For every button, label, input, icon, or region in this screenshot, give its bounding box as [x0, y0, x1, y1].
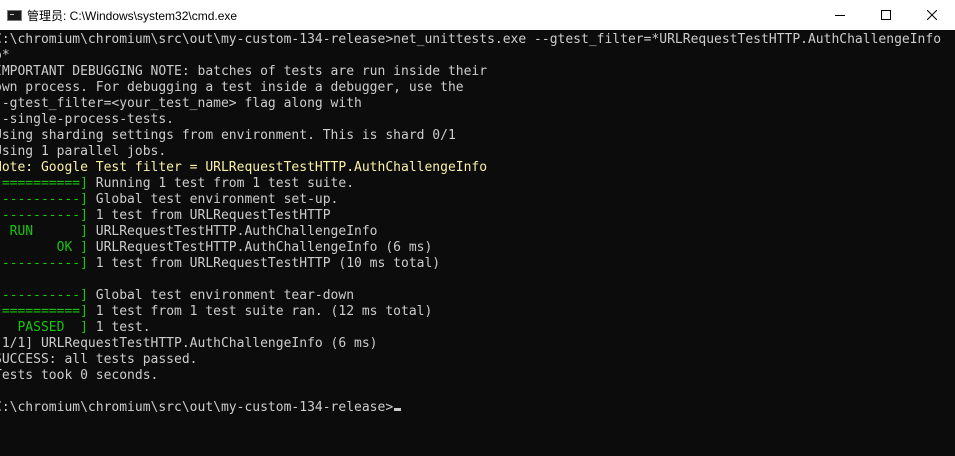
console-text: Tests took 0 seconds. [0, 368, 159, 383]
console-line: [1/1] URLRequestTestHTTP.AuthChallengeIn… [0, 336, 955, 352]
console-text: SUCCESS: all tests passed. [0, 352, 198, 367]
console-line: --gtest_filter=<your_test_name> flag alo… [0, 96, 955, 112]
console-line: Using sharding settings from environment… [0, 128, 955, 144]
console-text: 1 test from URLRequestTestHTTP (10 ms to… [87, 256, 441, 271]
console-line: [==========] Running 1 test from 1 test … [0, 176, 955, 192]
console-line: own process. For debugging a test inside… [0, 80, 955, 96]
test-status-tag: [ OK ] [0, 240, 88, 255]
console-line: o* [0, 48, 955, 64]
console-line: [ RUN ] URLRequestTestHTTP.AuthChallenge… [0, 224, 955, 240]
console-text: IMPORTANT DEBUGGING NOTE: batches of tes… [0, 64, 488, 79]
console-text: own process. For debugging a test inside… [0, 80, 464, 95]
console-text: o* [0, 48, 10, 63]
console-text: Global test environment set-up. [87, 192, 339, 207]
console-line: [----------] 1 test from URLRequestTestH… [0, 256, 955, 272]
console-text: --gtest_filter=<your_test_name> flag alo… [0, 96, 362, 111]
text-cursor [394, 408, 402, 411]
console-text: 1 test from URLRequestTestHTTP [87, 208, 331, 223]
console-line: [----------] Global test environment set… [0, 192, 955, 208]
console-text: C:\chromium\chromium\src\out\my-custom-1… [0, 32, 942, 47]
console-text: [1/1] URLRequestTestHTTP.AuthChallengeIn… [0, 336, 378, 351]
window-controls [817, 0, 955, 30]
close-icon [927, 10, 937, 20]
title-bar[interactable]: 管理员: C:\Windows\system32\cmd.exe [0, 0, 955, 30]
close-button[interactable] [909, 0, 955, 30]
console-text: Running 1 test from 1 test suite. [87, 176, 355, 191]
console-text: Note: Google Test filter = URLRequestTes… [0, 160, 488, 175]
console-line: --single-process-tests. [0, 112, 955, 128]
console-text: URLRequestTestHTTP.AuthChallengeInfo [87, 224, 378, 239]
test-status-tag: [ PASSED ] [0, 320, 88, 335]
console-line: Tests took 0 seconds. [0, 368, 955, 384]
console-line: Note: Google Test filter = URLRequestTes… [0, 160, 955, 176]
console-line: [ PASSED ] 1 test. [0, 320, 955, 336]
console-line: [==========] 1 test from 1 test suite ra… [0, 304, 955, 320]
test-status-tag: [----------] [0, 192, 88, 207]
test-status-tag: [ RUN ] [0, 224, 88, 239]
console-line: [ OK ] URLRequestTestHTTP.AuthChallengeI… [0, 240, 955, 256]
console-text: Using 1 parallel jobs. [0, 144, 167, 159]
console-line: IMPORTANT DEBUGGING NOTE: batches of tes… [0, 64, 955, 80]
console-text: URLRequestTestHTTP.AuthChallengeInfo (6 … [87, 240, 433, 255]
console-text: 1 test. [87, 320, 151, 335]
console-line: [----------] 1 test from URLRequestTestH… [0, 208, 955, 224]
test-status-tag: [==========] [0, 304, 88, 319]
console-line: C:\chromium\chromium\src\out\my-custom-1… [0, 32, 955, 48]
cmd-window: 管理员: C:\Windows\system32\cmd.exe C:\chro… [0, 0, 955, 456]
console-text: --single-process-tests. [0, 112, 175, 127]
console-line: Using 1 parallel jobs. [0, 144, 955, 160]
console-text: Using sharding settings from environment… [0, 128, 456, 143]
console-line: SUCCESS: all tests passed. [0, 352, 955, 368]
test-status-tag: [----------] [0, 208, 88, 223]
minimize-button[interactable] [817, 0, 863, 30]
window-title: 管理员: C:\Windows\system32\cmd.exe [27, 8, 238, 23]
console-line: C:\chromium\chromium\src\out\my-custom-1… [0, 400, 955, 416]
console-text: 1 test from 1 test suite ran. (12 ms tot… [87, 304, 433, 319]
console-text: C:\chromium\chromium\src\out\my-custom-1… [0, 400, 394, 415]
test-status-tag: [----------] [0, 288, 88, 303]
test-status-tag: [==========] [0, 176, 88, 191]
console-text: Global test environment tear-down [87, 288, 355, 303]
test-status-tag: [----------] [0, 256, 88, 271]
minimize-icon [835, 15, 845, 16]
maximize-icon [881, 10, 891, 20]
console-line: [----------] Global test environment tea… [0, 288, 955, 304]
console-output[interactable]: C:\chromium\chromium\src\out\my-custom-1… [0, 32, 955, 456]
cmd-app-icon[interactable] [7, 9, 22, 21]
maximize-button[interactable] [863, 0, 909, 30]
